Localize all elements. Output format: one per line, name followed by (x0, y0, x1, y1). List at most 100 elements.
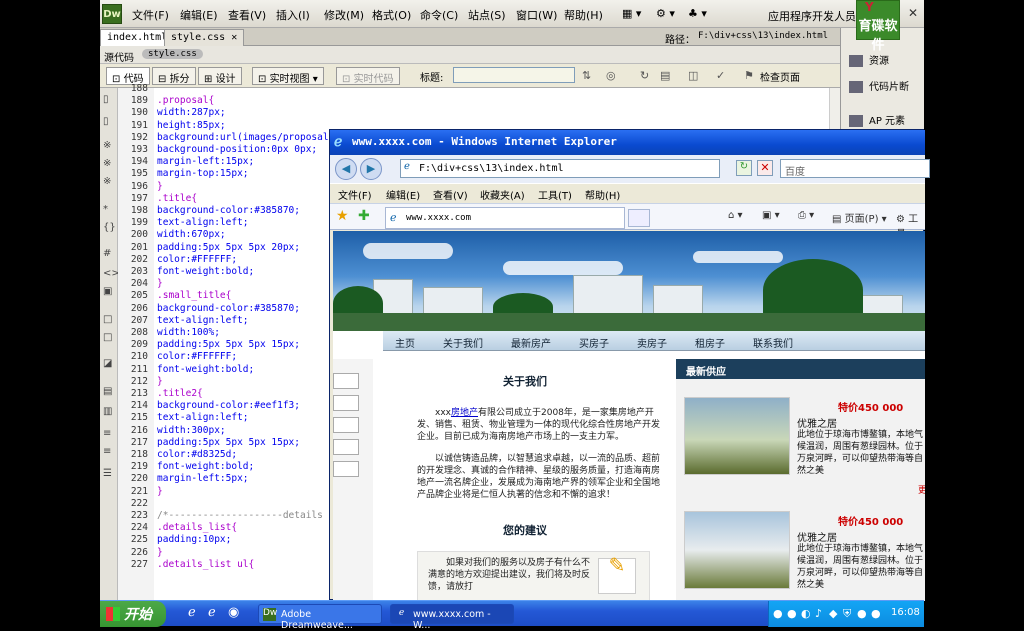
search-input[interactable]: 百度 (780, 159, 930, 178)
select-parent-tag-icon[interactable]: * (103, 204, 108, 215)
menu-insert[interactable]: 插入(I) (276, 7, 310, 23)
address-bar[interactable]: ℯ F:\div+css\13\index.html (400, 159, 720, 178)
balance-braces-icon[interactable]: {} (103, 222, 116, 233)
panel-assets[interactable]: 资源 (849, 52, 889, 67)
code-line[interactable]: .proposal{ (157, 95, 214, 106)
code-line[interactable]: .title2{ (157, 388, 203, 399)
tray-icon[interactable]: ● (871, 607, 881, 620)
ie-menu-view[interactable]: 查看(V) (433, 187, 468, 202)
wrap-tag-icon[interactable]: ◪ (103, 358, 112, 369)
tray-icon[interactable]: ● (773, 607, 783, 620)
nav-latest[interactable]: 最新房产 (511, 335, 551, 350)
title-input[interactable] (453, 67, 575, 83)
code-line[interactable]: background-color:#eef1f3; (157, 400, 300, 411)
workspace-switcher[interactable]: 应用程序开发人员 (768, 8, 856, 24)
code-line[interactable]: width:670px; (157, 229, 226, 240)
view-options-icon[interactable]: ▤ (660, 69, 670, 82)
code-line[interactable]: color:#FFFFFF; (157, 351, 237, 362)
file-management-icon[interactable]: ⇅ (582, 69, 591, 82)
ie-menu-edit[interactable]: 编辑(E) (386, 187, 420, 202)
print-icon[interactable]: ⎙ ▾ (798, 210, 814, 221)
tab-style-css[interactable]: style.css ✕ (164, 29, 245, 46)
code-line[interactable]: padding:5px 5px 5px 15px; (157, 437, 300, 448)
house-image[interactable] (684, 397, 790, 475)
code-line[interactable]: font-weight:bold; (157, 461, 254, 472)
code-line[interactable]: background:url(images/proposal (157, 132, 329, 143)
stop-icon[interactable]: ✕ (757, 160, 773, 176)
close-icon[interactable]: ✕ (908, 6, 918, 20)
ie-quicklaunch-icon[interactable]: ℯ (188, 605, 196, 620)
indent-code-icon[interactable]: ≡ (103, 428, 111, 439)
taskbar-ie[interactable]: ℯ www.xxxx.com - W... (390, 604, 514, 631)
remove-comment-icon[interactable]: □ (103, 332, 112, 343)
code-line[interactable]: text-align:left; (157, 412, 249, 423)
refresh-icon[interactable]: ↻ (640, 69, 649, 82)
tray-icon[interactable]: ● (857, 607, 867, 620)
add-favorites-icon[interactable]: ✚ (358, 208, 370, 224)
format-source-icon[interactable]: ☰ (103, 468, 112, 479)
ie-menu-favorites[interactable]: 收藏夹(A) (480, 187, 525, 202)
check-page-button[interactable]: 检查页面 (760, 69, 800, 84)
related-style-css[interactable]: style.css (142, 49, 203, 59)
panel-ap-elements[interactable]: AP 元素 (849, 112, 905, 127)
expand-all-icon[interactable]: ※ (103, 176, 111, 187)
collapse-tag-icon[interactable]: ※ (103, 140, 111, 151)
code-line[interactable]: margin-left:15px; (157, 156, 254, 167)
syntax-error-icon[interactable]: ▣ (103, 286, 112, 297)
menu-commands[interactable]: 命令(C) (420, 7, 458, 23)
open-documents-icon[interactable]: ▯ (103, 94, 109, 105)
panel-snippets[interactable]: 代码片断 (849, 78, 909, 93)
code-line[interactable]: .title{ (157, 193, 197, 204)
real-estate-link[interactable]: 房地产 (451, 408, 478, 418)
menu-format[interactable]: 格式(O) (372, 7, 411, 23)
menu-window[interactable]: 窗口(W) (516, 7, 557, 23)
ie2-quicklaunch-icon[interactable]: ℯ (208, 605, 216, 620)
new-tab-button[interactable] (628, 209, 650, 227)
layout-icon[interactable]: ▦ ▾ (622, 7, 641, 20)
code-line[interactable]: .details_list{ (157, 522, 237, 533)
tray-icon[interactable]: ◐ (801, 607, 811, 620)
ie-menu-file[interactable]: 文件(F) (338, 187, 372, 202)
house-image[interactable] (684, 511, 790, 589)
favorites-star-icon[interactable]: ★ (336, 208, 349, 224)
validate-icon[interactable]: ✓ (716, 69, 725, 82)
menu-file[interactable]: 文件(F) (132, 7, 169, 23)
apply-comment-icon[interactable]: □ (103, 314, 112, 325)
taskbar-dreamweaver[interactable]: Dw Adobe Dreamweave... (258, 604, 382, 631)
code-line[interactable]: width:100%; (157, 327, 220, 338)
code-line[interactable]: padding:10px; (157, 534, 231, 545)
code-line[interactable]: height:85px; (157, 120, 226, 131)
code-line[interactable]: } (157, 376, 163, 387)
nav-buy[interactable]: 买房子 (579, 335, 609, 350)
feeds-icon[interactable]: ▣ ▾ (762, 210, 780, 221)
refresh-icon[interactable]: ↻ (736, 160, 752, 176)
menu-edit[interactable]: 编辑(E) (180, 7, 218, 23)
nav-sell[interactable]: 卖房子 (637, 335, 667, 350)
ie-menu-tools[interactable]: 工具(T) (538, 187, 572, 202)
code-line[interactable]: background-color:#385870; (157, 303, 300, 314)
code-line[interactable]: .details_list ul{ (157, 559, 254, 570)
code-line[interactable]: background-position:0px 0px; (157, 144, 317, 155)
visual-aids-icon[interactable]: ◫ (688, 69, 698, 82)
code-line[interactable]: color:#FFFFFF; (157, 254, 237, 265)
preview-browser-icon[interactable]: ◎ (606, 69, 616, 82)
nav-rent[interactable]: 租房子 (695, 335, 725, 350)
code-line[interactable]: /*--------------------details l (157, 510, 334, 521)
line-numbers-icon[interactable]: # (103, 248, 111, 259)
move-css-icon[interactable]: ▥ (103, 406, 112, 417)
menu-modify[interactable]: 修改(M) (324, 7, 364, 23)
code-line[interactable]: text-align:left; (157, 217, 249, 228)
menu-view[interactable]: 查看(V) (228, 7, 266, 23)
volume-icon[interactable]: ♪ (815, 607, 822, 620)
code-line[interactable]: padding:5px 5px 5px 15px; (157, 339, 300, 350)
house-name[interactable]: 优雅之居 (797, 529, 837, 544)
home-icon[interactable]: ⌂ ▾ (728, 210, 743, 221)
page-menu[interactable]: ▤ 页面(P) ▾ (832, 210, 887, 225)
code-line[interactable]: width:300px; (157, 425, 226, 436)
form-input[interactable] (333, 461, 359, 477)
form-input[interactable] (333, 439, 359, 455)
ie-tab[interactable]: ℯ www.xxxx.com (385, 207, 625, 229)
code-line[interactable]: font-weight:bold; (157, 266, 254, 277)
back-icon[interactable]: ◀ (335, 158, 357, 180)
tray-icon[interactable]: ◆ (829, 607, 837, 620)
